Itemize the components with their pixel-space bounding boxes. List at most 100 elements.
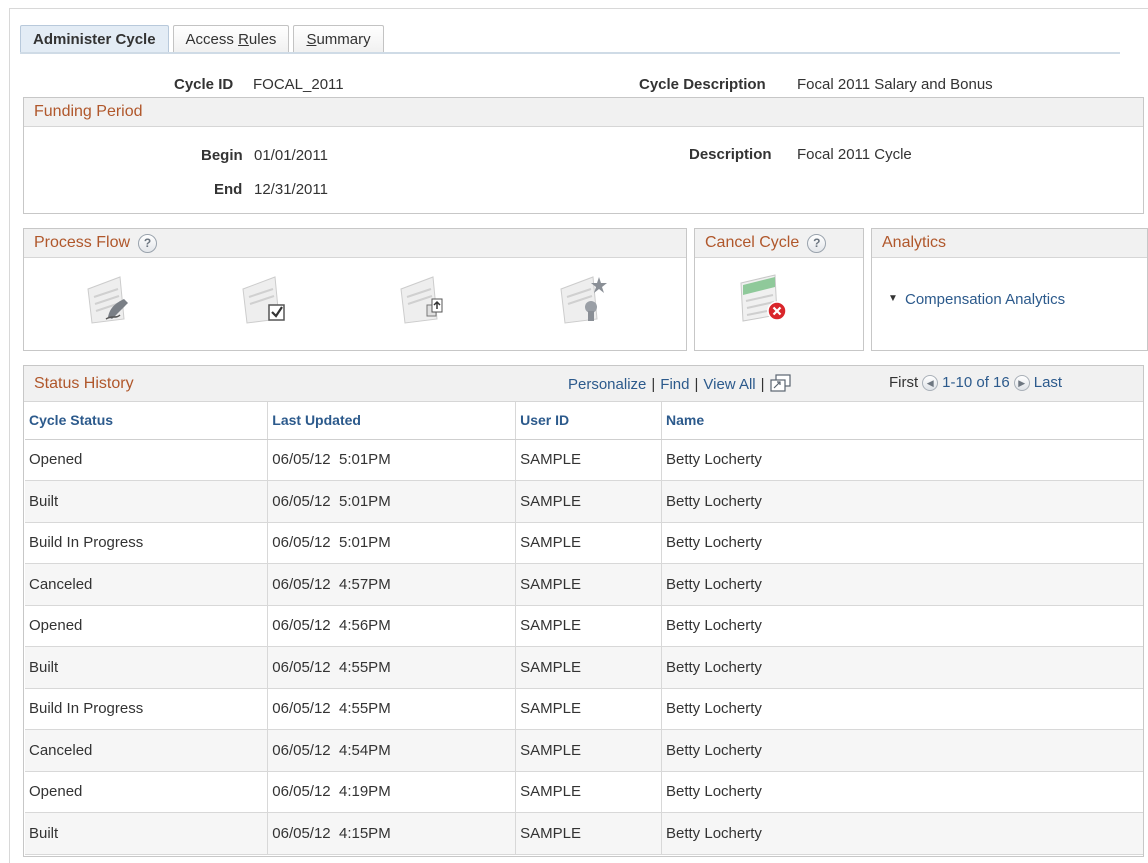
last-link[interactable]: Last xyxy=(1034,374,1062,391)
cell-name: Betty Locherty xyxy=(661,480,1143,523)
column-header-user-id[interactable]: User ID xyxy=(515,402,662,440)
cell-name: Betty Locherty xyxy=(661,771,1143,813)
tab-summary[interactable]: Summary xyxy=(293,25,384,53)
pagination: First ◀ 1-10 of 16 ▶ Last xyxy=(889,374,1062,392)
process-flow-group: Process Flow ? xyxy=(23,228,687,351)
cell-name: Betty Locherty xyxy=(661,439,1143,481)
cell-user-id: SAMPLE xyxy=(515,480,662,523)
personalize-link[interactable]: Personalize xyxy=(568,376,646,393)
cell-cycle-status: Canceled xyxy=(25,563,269,606)
cell-last-updated: 06/05/12 4:57PM xyxy=(267,563,517,606)
tab-underline xyxy=(20,52,1120,54)
cycle-id-label: Cycle ID xyxy=(174,76,234,93)
tab-access-rules[interactable]: Access Rules xyxy=(172,25,290,53)
export-icon[interactable] xyxy=(399,269,451,325)
table-row: Opened 06/05/12 5:01PM SAMPLE Betty Loch… xyxy=(25,439,1143,481)
first-label: First xyxy=(889,374,919,391)
funding-description-value: Focal 2011 Cycle xyxy=(797,146,912,163)
next-page-icon[interactable]: ▶ xyxy=(1013,375,1030,392)
chevron-down-icon[interactable]: ▼ xyxy=(888,293,898,304)
cancel-cycle-header: Cancel Cycle ? xyxy=(695,229,863,258)
tab-bar: Administer Cycle Access Rules Summary xyxy=(20,25,388,53)
status-history-table: Cycle Status Last Updated User ID Name O… xyxy=(25,402,1143,855)
table-row: Opened 06/05/12 4:56PM SAMPLE Betty Loch… xyxy=(25,605,1143,647)
cycle-description-value: Focal 2011 Salary and Bonus xyxy=(797,76,993,93)
column-header-last-updated[interactable]: Last Updated xyxy=(267,402,517,440)
cancel-cycle-group: Cancel Cycle ? xyxy=(694,228,864,351)
funding-period-group: Funding Period Begin 01/01/2011 End 12/3… xyxy=(23,97,1144,214)
cycle-description-label: Cycle Description xyxy=(639,76,766,93)
help-icon[interactable]: ? xyxy=(807,233,827,253)
cell-name: Betty Locherty xyxy=(661,605,1143,647)
cell-name: Betty Locherty xyxy=(661,688,1143,730)
end-value: 12/31/2011 xyxy=(254,181,328,198)
cell-last-updated: 06/05/12 4:15PM xyxy=(267,812,517,855)
begin-label: Begin xyxy=(201,147,243,164)
cell-last-updated: 06/05/12 4:54PM xyxy=(267,729,517,772)
cycle-id-value: FOCAL_2011 xyxy=(253,76,344,93)
status-history-header: Status History Personalize | Find | View All… xyxy=(24,366,1143,402)
cell-last-updated: 06/05/12 5:01PM xyxy=(267,522,517,564)
cell-last-updated: 06/05/12 4:56PM xyxy=(267,605,517,647)
award-icon[interactable] xyxy=(559,269,611,325)
cell-cycle-status: Opened xyxy=(25,605,269,647)
cell-name: Betty Locherty xyxy=(661,646,1143,689)
cell-name: Betty Locherty xyxy=(661,812,1143,855)
table-row: Build In Progress 06/05/12 5:01PM SAMPLE… xyxy=(25,522,1143,564)
cell-last-updated: 06/05/12 5:01PM xyxy=(267,480,517,523)
checkbox-icon[interactable] xyxy=(241,269,293,325)
cell-cycle-status: Opened xyxy=(25,439,269,481)
cell-user-id: SAMPLE xyxy=(515,439,662,481)
funding-description-label: Description xyxy=(689,146,772,163)
cell-user-id: SAMPLE xyxy=(515,688,662,730)
cell-last-updated: 06/05/12 4:55PM xyxy=(267,688,517,730)
cell-cycle-status: Built xyxy=(25,480,269,523)
table-row: Built 06/05/12 4:15PM SAMPLE Betty Loche… xyxy=(25,812,1143,855)
cell-user-id: SAMPLE xyxy=(515,771,662,813)
view-all-link[interactable]: View All xyxy=(703,376,755,393)
cell-user-id: SAMPLE xyxy=(515,605,662,647)
cell-name: Betty Locherty xyxy=(661,522,1143,564)
table-row: Built 06/05/12 5:01PM SAMPLE Betty Loche… xyxy=(25,480,1143,523)
analytics-group: Analytics ▼ Compensation Analytics xyxy=(871,228,1148,351)
pen-sign-icon[interactable] xyxy=(86,269,138,325)
compensation-analytics-link[interactable]: Compensation Analytics xyxy=(905,291,1065,308)
cell-last-updated: 06/05/12 4:19PM xyxy=(267,771,517,813)
table-row: Opened 06/05/12 4:19PM SAMPLE Betty Loch… xyxy=(25,771,1143,813)
table-row: Canceled 06/05/12 4:54PM SAMPLE Betty Lo… xyxy=(25,729,1143,772)
cell-cycle-status: Built xyxy=(25,646,269,689)
table-header-row: Cycle Status Last Updated User ID Name xyxy=(25,402,1143,440)
begin-value: 01/01/2011 xyxy=(254,147,328,164)
process-flow-header: Process Flow ? xyxy=(24,229,686,258)
end-label: End xyxy=(214,181,243,198)
status-history-group: Status History Personalize | Find | View All… xyxy=(23,365,1144,857)
cell-user-id: SAMPLE xyxy=(515,522,662,564)
grid-toolbar: Personalize | Find | View All | xyxy=(568,374,792,396)
page-range: 1-10 of 16 xyxy=(942,374,1010,391)
cell-user-id: SAMPLE xyxy=(515,646,662,689)
funding-period-header: Funding Period xyxy=(24,98,1143,127)
view-grid-icon[interactable] xyxy=(769,374,792,396)
cell-cycle-status: Opened xyxy=(25,771,269,813)
cancel-cycle-icon[interactable] xyxy=(737,269,789,325)
cell-user-id: SAMPLE xyxy=(515,729,662,772)
column-header-cycle-status[interactable]: Cycle Status xyxy=(25,402,269,440)
cell-name: Betty Locherty xyxy=(661,563,1143,606)
cell-cycle-status: Built xyxy=(25,812,269,855)
cell-cycle-status: Canceled xyxy=(25,729,269,772)
column-header-name[interactable]: Name xyxy=(661,402,1143,440)
cell-last-updated: 06/05/12 4:55PM xyxy=(267,646,517,689)
cell-user-id: SAMPLE xyxy=(515,812,662,855)
find-link[interactable]: Find xyxy=(660,376,689,393)
cell-cycle-status: Build In Progress xyxy=(25,688,269,730)
table-row: Canceled 06/05/12 4:57PM SAMPLE Betty Lo… xyxy=(25,563,1143,606)
analytics-header: Analytics xyxy=(872,229,1147,258)
cell-cycle-status: Build In Progress xyxy=(25,522,269,564)
cell-user-id: SAMPLE xyxy=(515,563,662,606)
table-row: Build In Progress 06/05/12 4:55PM SAMPLE… xyxy=(25,688,1143,730)
table-row: Built 06/05/12 4:55PM SAMPLE Betty Loche… xyxy=(25,646,1143,689)
help-icon[interactable]: ? xyxy=(138,233,158,253)
tab-administer-cycle[interactable]: Administer Cycle xyxy=(20,25,169,53)
previous-page-icon[interactable]: ◀ xyxy=(922,375,939,392)
cell-name: Betty Locherty xyxy=(661,729,1143,772)
